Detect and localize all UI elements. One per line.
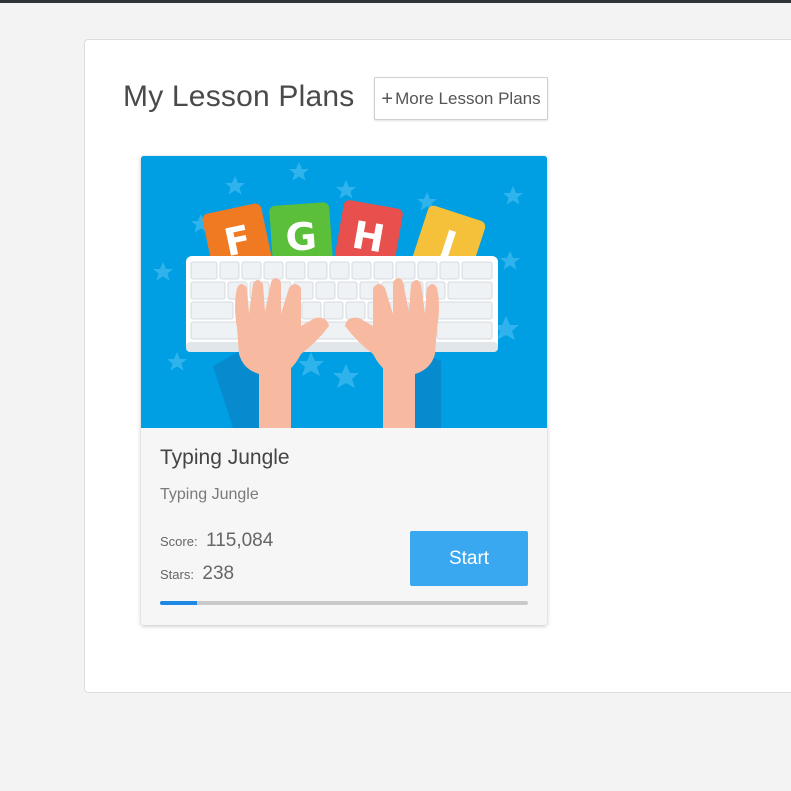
stars-stat: Stars: 238: [160, 563, 234, 585]
lesson-title[interactable]: Typing Jungle: [160, 446, 290, 470]
progress-bar-fill: [160, 601, 197, 605]
score-value: 115,084: [206, 530, 274, 551]
block-g: G: [284, 214, 318, 260]
plus-icon: +: [381, 87, 394, 110]
lesson-subtitle: Typing Jungle: [160, 486, 259, 503]
lesson-card[interactable]: F G H J Typing Jungle Typing Jungle Scor…: [141, 156, 547, 625]
stars-value: 238: [202, 563, 235, 584]
top-bar: [0, 0, 791, 3]
more-lesson-plans-label: More Lesson Plans: [395, 88, 541, 108]
typing-hands-keyboard-icon: F G H J: [141, 156, 547, 428]
more-lesson-plans-button[interactable]: + More Lesson Plans: [374, 77, 548, 120]
score-stat: Score: 115,084: [160, 530, 273, 552]
lesson-image[interactable]: F G H J: [141, 156, 547, 428]
progress-bar: [160, 601, 528, 605]
page-title: My Lesson Plans: [123, 80, 355, 113]
score-label: Score:: [160, 534, 198, 549]
lesson-plans-panel: My Lesson Plans + More Lesson Plans F G …: [84, 39, 791, 693]
start-button[interactable]: Start: [410, 531, 528, 586]
stars-label: Stars:: [160, 567, 194, 582]
